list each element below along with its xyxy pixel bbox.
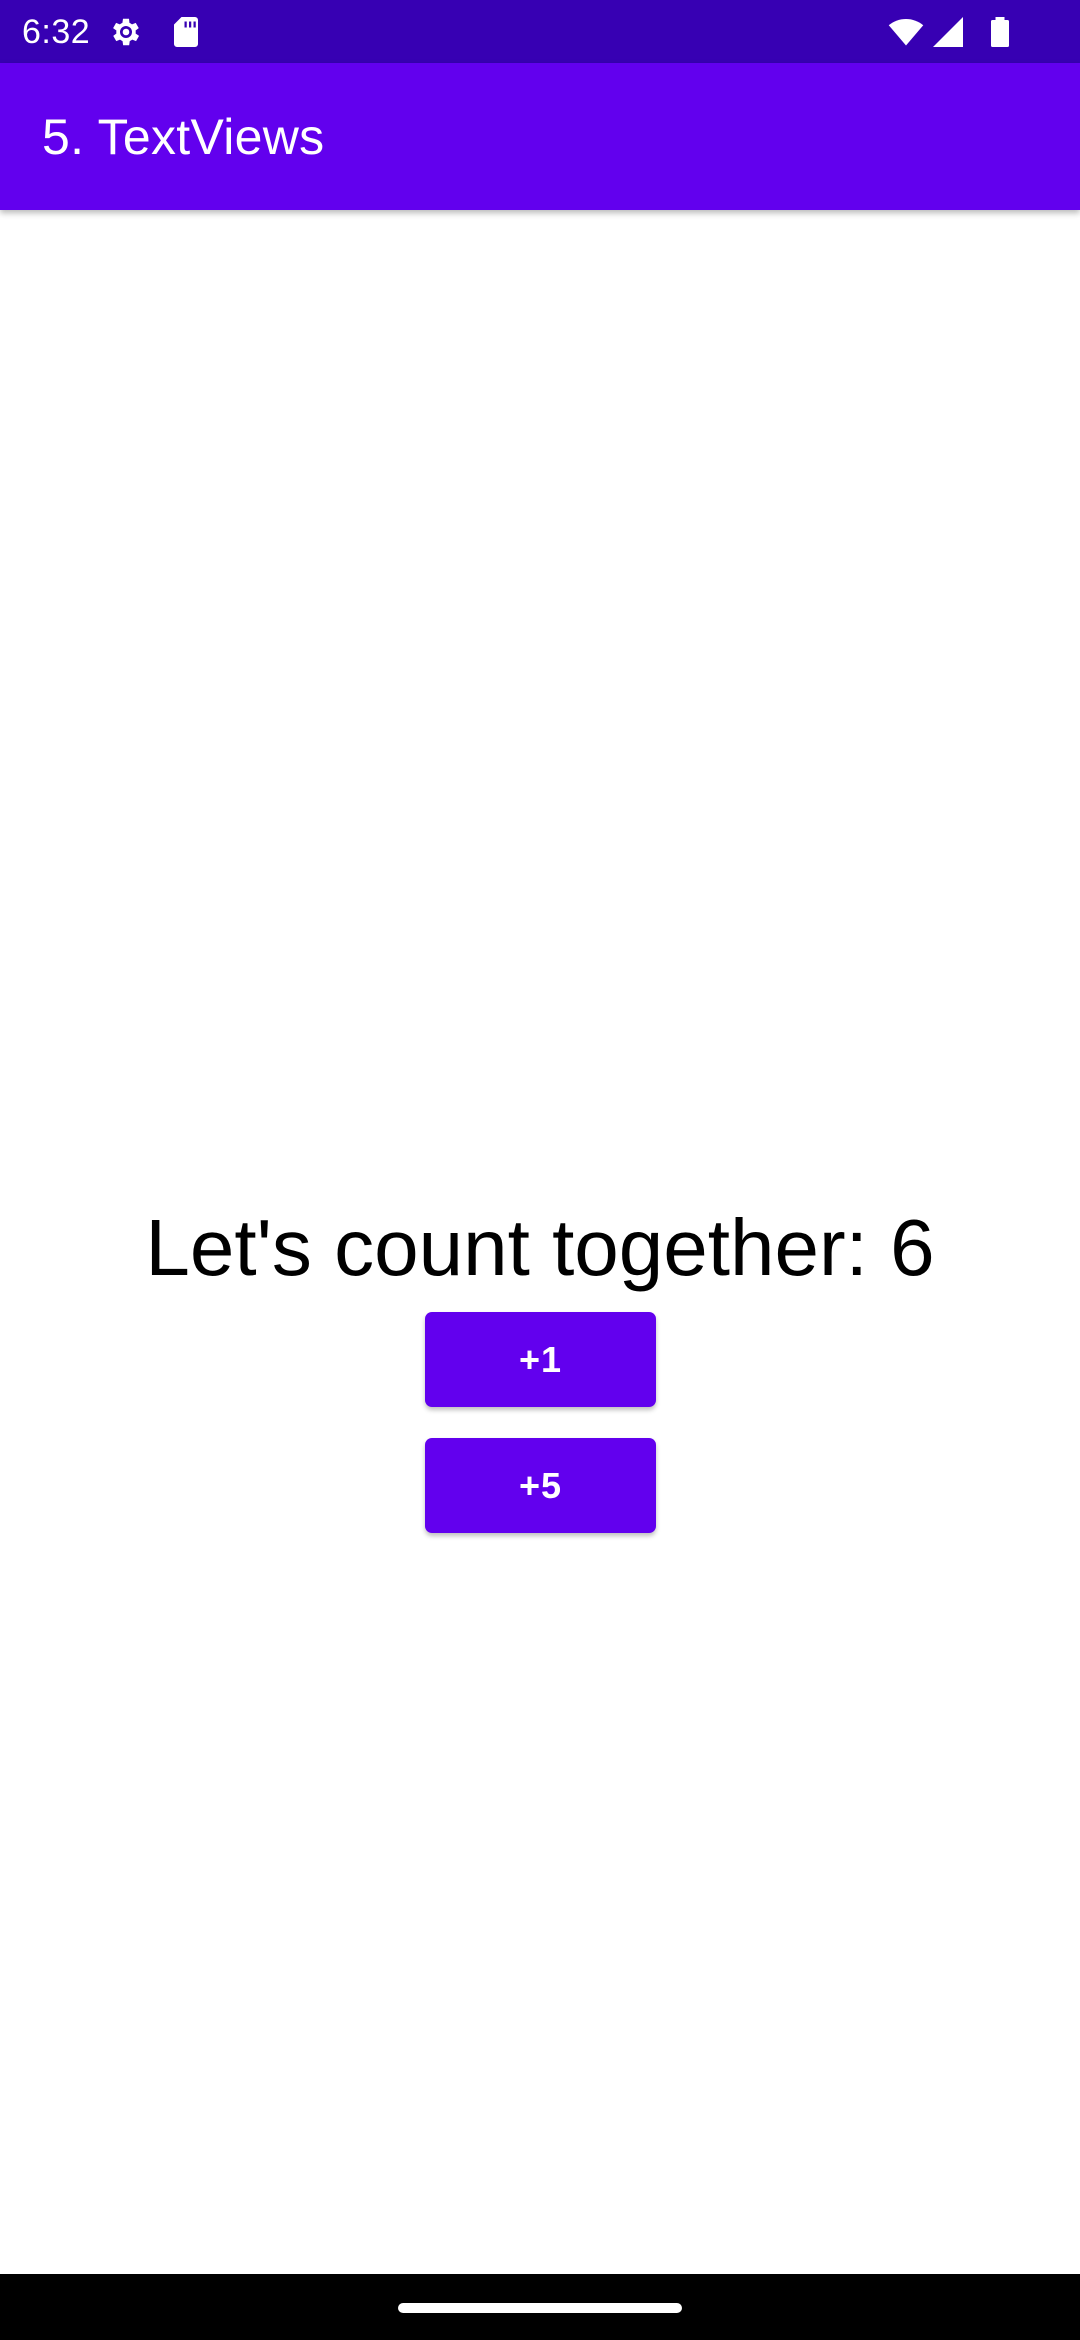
navigation-bar	[0, 2274, 1080, 2340]
cellular-signal-icon	[933, 17, 963, 47]
app-screen: 6:32 5. TextViews Let's count together: …	[0, 0, 1080, 2340]
battery-icon	[991, 17, 1009, 47]
sd-card-icon	[174, 17, 198, 47]
increment-by-one-button[interactable]: +1	[425, 1312, 656, 1407]
wifi-icon	[888, 18, 924, 46]
increment-by-five-button[interactable]: +5	[425, 1438, 656, 1533]
settings-gear-icon	[113, 18, 140, 46]
main-content: Let's count together: 6 +1 +5	[0, 210, 1080, 2274]
count-text: Let's count together: 6	[145, 1203, 935, 1292]
status-bar: 6:32	[0, 0, 1080, 63]
status-time: 6:32	[22, 13, 91, 51]
app-title: 5. TextViews	[42, 109, 325, 165]
app-toolbar: 5. TextViews	[0, 63, 1080, 210]
gesture-handle[interactable]	[398, 2303, 682, 2313]
